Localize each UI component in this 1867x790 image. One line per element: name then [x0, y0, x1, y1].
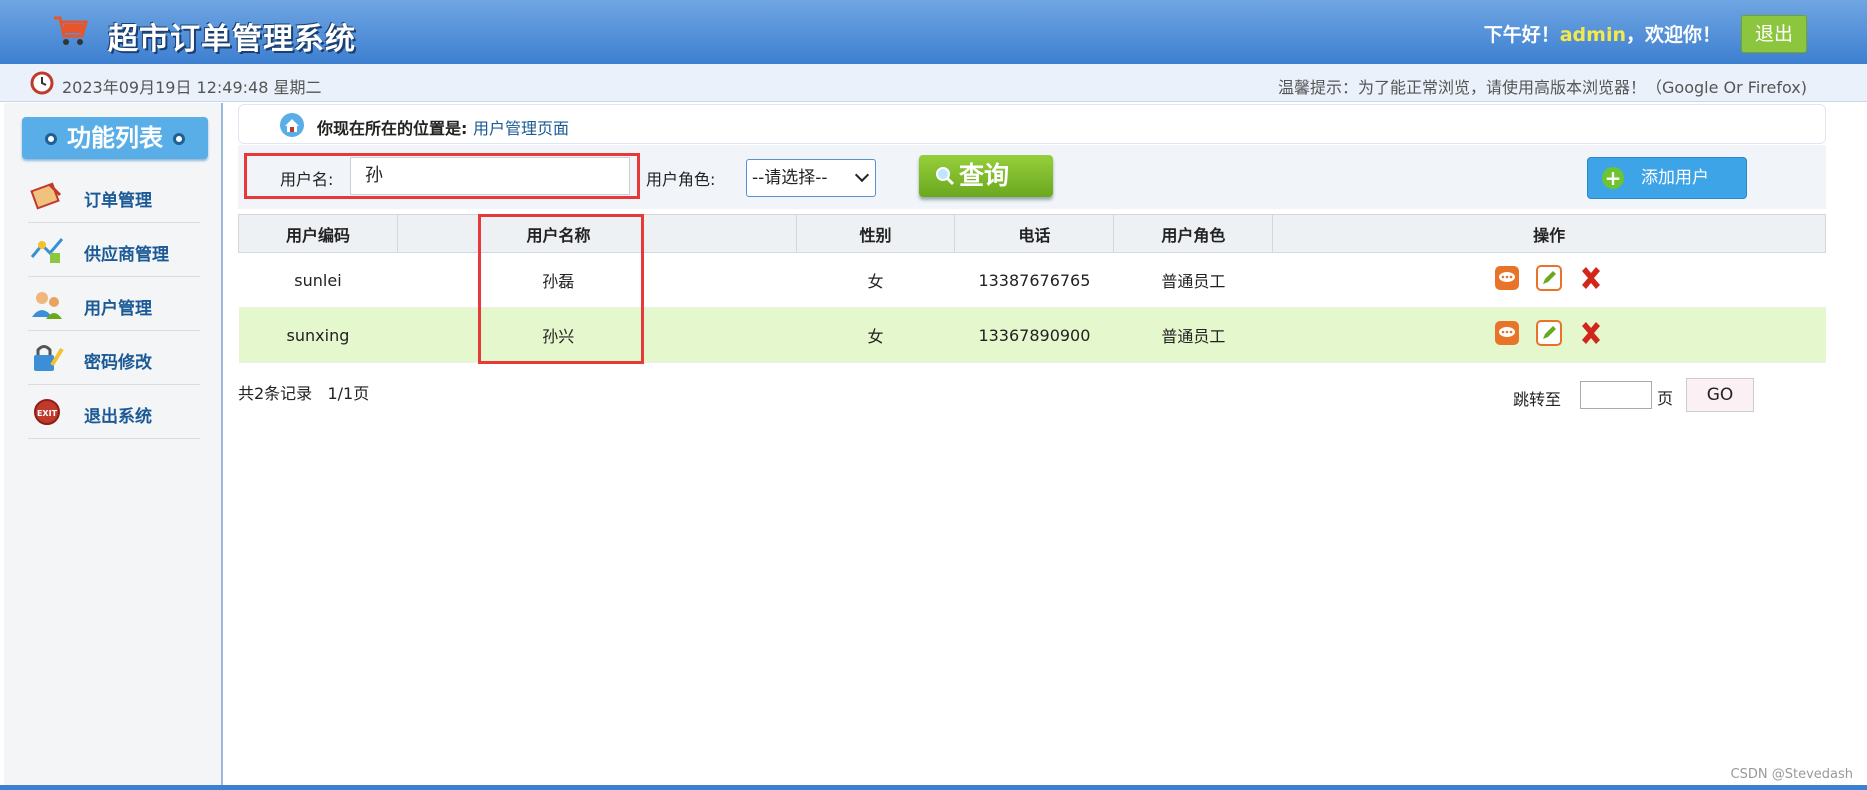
- delete-icon[interactable]: [1578, 265, 1604, 291]
- greeting-prefix: 下午好！: [1483, 24, 1560, 46]
- table-row: sunlei 孙磊 女 13387676765 普通员工: [238, 252, 1826, 308]
- username-label: 用户名:: [280, 170, 334, 189]
- name-column-highlight-box: [478, 214, 644, 364]
- sidebar: 功能列表 订单管理 供应商管理 用户管理 密码修改 EXIT 退出系统: [4, 103, 223, 790]
- add-user-button-label: 添加用户: [1641, 168, 1709, 188]
- home-icon: [280, 113, 304, 137]
- query-button-label: 查询: [959, 161, 1010, 190]
- cell-phone: 13367890900: [954, 307, 1114, 363]
- username-input[interactable]: 孙: [350, 157, 630, 195]
- cell-code: sunlei: [238, 252, 398, 308]
- sidebar-item-orders[interactable]: 订单管理: [28, 169, 200, 223]
- cell-spacer: [397, 252, 480, 308]
- greeting-suffix: ，欢迎你！: [1625, 24, 1721, 46]
- watermark: CSDN @Stevedash: [1730, 767, 1853, 782]
- bottom-border: [0, 785, 1867, 790]
- column-header-code: 用户编码: [238, 214, 398, 253]
- column-header-phone: 电话: [954, 214, 1115, 253]
- breadcrumb-current[interactable]: 用户管理页面: [473, 119, 569, 138]
- sidebar-item-users[interactable]: 用户管理: [28, 277, 200, 331]
- role-select[interactable]: --请选择--: [746, 159, 876, 197]
- column-spacer: [396, 214, 480, 253]
- go-button[interactable]: GO: [1686, 378, 1754, 412]
- bullet-icon: [173, 133, 185, 145]
- sidebar-menu: 订单管理 供应商管理 用户管理 密码修改 EXIT 退出系统: [28, 169, 200, 439]
- chevron-down-icon: [854, 167, 870, 183]
- svg-text:EXIT: EXIT: [37, 409, 58, 418]
- sidebar-title-text: 功能列表: [67, 124, 163, 152]
- breadcrumb-prefix: 你现在所在的位置是:: [317, 119, 468, 138]
- table-header-row: 用户编码 用户名称 性别 电话 用户角色 操作: [238, 214, 1826, 253]
- clock-icon: [30, 71, 54, 95]
- users-icon: [32, 292, 62, 319]
- jump-label: 跳转至: [1513, 390, 1562, 409]
- cell-spacer: [637, 307, 797, 363]
- column-spacer: [637, 214, 797, 253]
- user-table: 用户编码 用户名称 性别 电话 用户角色 操作 sunlei 孙磊 女 1338…: [238, 214, 1826, 363]
- column-header-actions: 操作: [1272, 214, 1826, 253]
- breadcrumb-text: 你现在所在的位置是: 用户管理页面: [317, 115, 569, 139]
- edit-icon[interactable]: [1536, 265, 1563, 291]
- page-indicator: 1/1页: [327, 384, 370, 403]
- row-actions: [1494, 265, 1604, 291]
- cell-gender: 女: [796, 307, 955, 363]
- sidebar-item-password[interactable]: 密码修改: [28, 331, 200, 385]
- supplier-icon: [30, 238, 64, 263]
- cell-role: 普通员工: [1113, 307, 1273, 363]
- pagination-summary: 共2条记录 1/1页: [238, 380, 369, 404]
- app-title: 超市订单管理系统: [108, 22, 356, 57]
- row-actions: [1494, 320, 1604, 346]
- breadcrumb: 你现在所在的位置是: 用户管理页面: [238, 104, 1826, 144]
- sidebar-item-label: 退出系统: [84, 407, 152, 427]
- cell-role: 普通员工: [1113, 252, 1273, 308]
- page-unit-label: 页: [1657, 389, 1674, 408]
- cell-gender: 女: [796, 252, 955, 308]
- cell-spacer: [397, 307, 480, 363]
- bullet-icon: [45, 133, 57, 145]
- view-icon[interactable]: [1494, 265, 1520, 291]
- search-icon: [936, 167, 955, 186]
- sidebar-item-label: 用户管理: [84, 299, 152, 319]
- sidebar-title: 功能列表: [22, 117, 208, 159]
- column-header-role: 用户角色: [1113, 214, 1274, 253]
- cell-actions: [1272, 252, 1826, 308]
- cell-phone: 13387676765: [954, 252, 1114, 308]
- cell-spacer: [637, 252, 797, 308]
- sidebar-item-label: 订单管理: [84, 191, 152, 211]
- sidebar-item-label: 密码修改: [84, 353, 152, 373]
- total-records: 共2条记录: [238, 384, 313, 403]
- browser-tip: 温馨提示：为了能正常浏览，请使用高版本浏览器！（Google Or Firefo…: [1278, 78, 1807, 97]
- exit-icon: EXIT: [34, 399, 60, 425]
- view-icon[interactable]: [1494, 320, 1520, 346]
- column-header-phone-text: 电话: [1018, 225, 1051, 245]
- cell-code: sunxing: [238, 307, 398, 363]
- role-select-value: --请选择--: [752, 168, 828, 188]
- logout-button[interactable]: 退出: [1741, 15, 1807, 53]
- query-button[interactable]: 查询: [919, 155, 1053, 197]
- sidebar-item-suppliers[interactable]: 供应商管理: [28, 223, 200, 277]
- table-row: sunxing 孙兴 女 13367890900 普通员工: [238, 307, 1826, 363]
- edit-icon[interactable]: [1536, 320, 1563, 346]
- role-label: 用户角色:: [646, 170, 716, 189]
- cell-actions: [1272, 307, 1826, 363]
- info-bar: 2023年09月19日 12:49:48 星期二 温馨提示：为了能正常浏览，请使…: [0, 64, 1867, 102]
- password-icon: [34, 345, 64, 371]
- current-username: admin: [1559, 24, 1626, 46]
- app-header: 超市订单管理系统 下午好！admin，欢迎你！ 退出: [0, 0, 1867, 64]
- sidebar-item-label: 供应商管理: [84, 245, 169, 265]
- current-datetime: 2023年09月19日 12:49:48 星期二: [62, 78, 322, 97]
- column-header-gender: 性别: [795, 214, 956, 253]
- plus-icon: +: [1602, 167, 1624, 189]
- greeting: 下午好！admin，欢迎你！: [1484, 20, 1721, 47]
- jump-page-input[interactable]: [1580, 381, 1652, 409]
- add-user-button[interactable]: + 添加用户: [1587, 157, 1747, 199]
- shopping-cart-icon: [54, 16, 88, 45]
- delete-icon[interactable]: [1578, 320, 1604, 346]
- order-icon: [30, 182, 62, 210]
- sidebar-item-exit[interactable]: EXIT 退出系统: [28, 385, 200, 439]
